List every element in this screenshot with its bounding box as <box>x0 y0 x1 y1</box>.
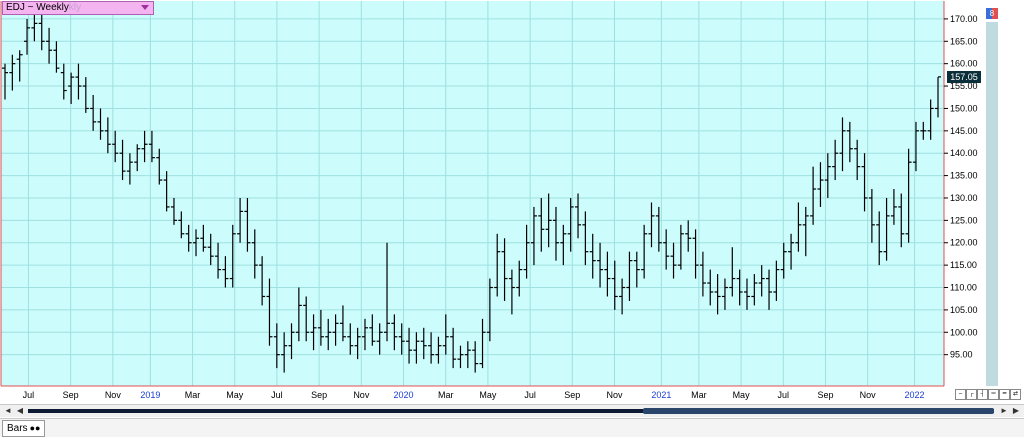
x-tick-label: Nov <box>105 390 122 400</box>
x-tick-label: Nov <box>860 390 877 400</box>
x-tick-label: May <box>479 390 497 400</box>
scroll-thumb[interactable] <box>643 408 994 414</box>
x-tick-label: Sep <box>817 390 833 400</box>
x-year-label: 2019 <box>140 390 160 400</box>
chevron-down-icon[interactable] <box>141 5 149 10</box>
scroll-left-fast-icon[interactable]: ◀ <box>14 406 26 416</box>
zoom-icon[interactable]: – <box>955 389 966 400</box>
corner-badge[interactable]: 8 <box>986 8 998 19</box>
x-tick-label: Sep <box>63 390 79 400</box>
x-tick-label: Jul <box>271 390 283 400</box>
y-tick-label: 140.00 <box>950 148 978 158</box>
x-tick-label: Jul <box>778 390 790 400</box>
y-tick-label: 100.00 <box>950 327 978 337</box>
x-year-label: 2022 <box>905 390 925 400</box>
scroll-right-fast-icon[interactable]: ▶ <box>1010 406 1022 416</box>
y-tick-label: 110.00 <box>950 283 977 293</box>
y-tick-label: 170.00 <box>950 14 978 24</box>
y-tick-label: 130.00 <box>950 193 978 203</box>
x-tick-label: Jul <box>23 390 35 400</box>
fit-icon[interactable]: ═ <box>988 389 999 400</box>
symbol-ghost-text: kly <box>68 2 82 13</box>
x-tick-label: May <box>226 390 244 400</box>
right-panel-strip <box>986 22 998 386</box>
x-tick-label: Sep <box>564 390 580 400</box>
reset-icon[interactable]: ⇄ <box>1010 389 1021 400</box>
tab-bars[interactable]: Bars ●● <box>2 420 46 437</box>
x-tick-label: Mar <box>438 390 454 400</box>
range-icon[interactable]: ┤ <box>977 389 988 400</box>
y-tick-label: 165.00 <box>950 36 978 46</box>
chart-area[interactable]: 95.00 100.00 105.00 110.00 115.00 120.00 125.0… <box>0 0 1024 403</box>
y-tick-label: 105.00 <box>950 305 978 315</box>
x-tick-label: Nov <box>606 390 623 400</box>
x-tick-label: Sep <box>311 390 327 400</box>
price-chart[interactable]: 95.00 100.00 105.00 110.00 115.00 120.00 125.0… <box>0 0 1024 403</box>
y-tick-label: 125.00 <box>950 215 978 225</box>
scroll-right-icon[interactable]: ► <box>998 406 1010 416</box>
x-tick-label: Nov <box>353 390 370 400</box>
y-tick-label: 115.00 <box>950 260 977 270</box>
x-tick-label: Mar <box>185 390 201 400</box>
x-year-label: 2021 <box>651 390 671 400</box>
x-tick-label: May <box>733 390 751 400</box>
x-tick-label: Jul <box>524 390 536 400</box>
grid-icon[interactable]: ━ <box>999 389 1010 400</box>
y-tick-label: 150.00 <box>950 103 978 113</box>
horizontal-scrollbar[interactable]: ◄ ◀ ► ▶ <box>0 404 1024 417</box>
y-tick-label: 135.00 <box>950 171 978 181</box>
y-tick-label: 95.00 <box>950 350 973 360</box>
symbol-selector[interactable]: EDJ ~ Weeklykly <box>2 1 154 15</box>
plot-background <box>1 1 944 386</box>
bar-type-icon[interactable]: ┌ <box>966 389 977 400</box>
tab-bars-label: Bars <box>7 423 28 434</box>
scroll-left-icon[interactable]: ◄ <box>2 406 14 416</box>
y-tick-label: 120.00 <box>950 238 978 248</box>
last-price-tag: 157.05 <box>947 70 981 83</box>
y-tick-label: 160.00 <box>950 59 978 69</box>
x-tick-label: Mar <box>691 390 707 400</box>
bottom-tab-bar: Bars ●● <box>0 418 1024 437</box>
y-tick-label: 145.00 <box>950 126 978 136</box>
symbol-label: EDJ ~ Weekly <box>6 2 69 13</box>
x-year-label: 2020 <box>394 390 414 400</box>
link-icon: ●● <box>29 423 41 433</box>
